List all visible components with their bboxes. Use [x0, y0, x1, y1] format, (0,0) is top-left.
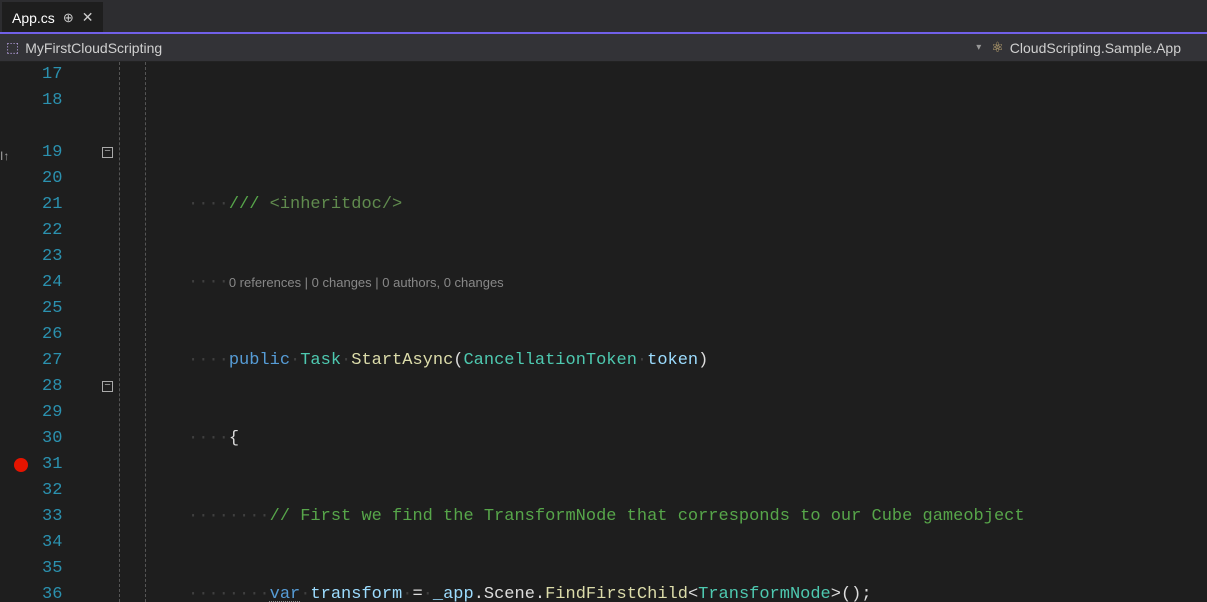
glyph-margin[interactable]: I↑	[0, 62, 42, 602]
class-icon: ⚛	[991, 39, 1004, 56]
breadcrumb-namespace: MyFirstCloudScripting	[25, 40, 162, 56]
chevron-down-icon[interactable]: ▾	[976, 42, 981, 53]
breadcrumb-bar: ⬚ MyFirstCloudScripting ▾ ⚛ CloudScripti…	[0, 34, 1207, 62]
fold-toggle[interactable]: −	[102, 147, 113, 158]
codelens[interactable]: 0 references | 0 changes | 0 authors, 0 …	[229, 270, 504, 296]
file-tab[interactable]: App.cs ⊕ ✕	[2, 2, 103, 32]
change-tracker-icon: I↑	[0, 140, 42, 166]
tab-bar: App.cs ⊕ ✕	[0, 0, 1207, 34]
breadcrumb-right[interactable]: ⚛ CloudScripting.Sample.App	[991, 39, 1201, 56]
code-editor[interactable]: I↑ 17 18 19 20 21 22 23 24 25 26 27 28 2…	[0, 62, 1207, 602]
breakpoint-glyph[interactable]	[0, 452, 42, 478]
fold-gutter[interactable]: − −	[100, 62, 120, 602]
breadcrumb-left[interactable]: ⬚ MyFirstCloudScripting	[6, 39, 976, 56]
line-numbers: 17 18 19 20 21 22 23 24 25 26 27 28 29 3…	[42, 62, 100, 602]
indent-guides	[120, 62, 188, 602]
code-content[interactable]: ····/// <inheritdoc/> ····0 references |…	[188, 62, 1207, 602]
fold-toggle[interactable]: −	[102, 381, 113, 392]
pin-icon[interactable]: ⊕	[63, 10, 74, 26]
breadcrumb-class: CloudScripting.Sample.App	[1010, 40, 1181, 56]
tab-title: App.cs	[12, 10, 55, 26]
close-icon[interactable]: ✕	[82, 9, 94, 26]
namespace-icon: ⬚	[6, 39, 19, 56]
